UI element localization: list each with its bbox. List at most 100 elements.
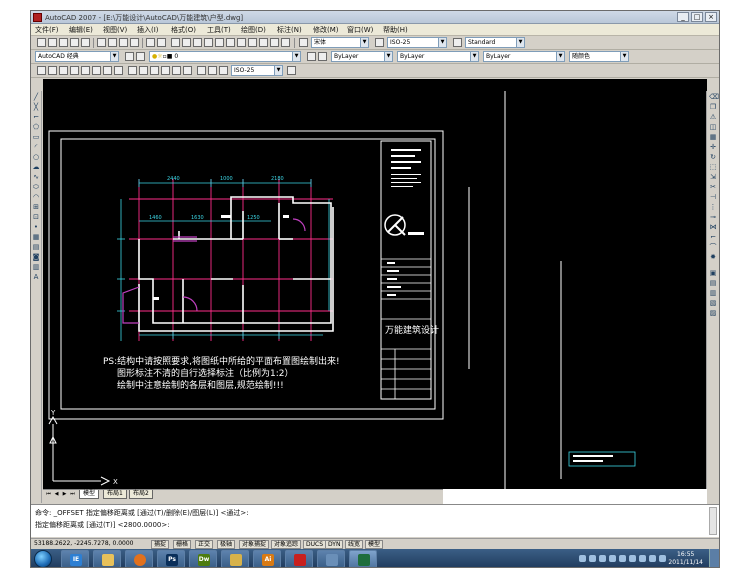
arc-icon[interactable]: ◜: [32, 143, 40, 151]
circle-icon[interactable]: ○: [32, 153, 40, 161]
lineweight-select[interactable]: ByLayer ▼: [483, 51, 565, 62]
taskbar-tool[interactable]: [317, 550, 345, 567]
taskbar-acdsee[interactable]: [221, 550, 249, 567]
break-icon[interactable]: ⊸: [709, 213, 717, 221]
linear-dim-icon[interactable]: [37, 66, 46, 75]
lwt-toggle[interactable]: 线宽: [345, 540, 364, 549]
gradient-icon[interactable]: ▤: [32, 243, 40, 251]
match-properties-icon[interactable]: [130, 38, 139, 47]
aligned-dim-icon[interactable]: [48, 66, 57, 75]
ducs-toggle[interactable]: DUCS: [303, 540, 327, 549]
rectangle-icon[interactable]: ▭: [32, 133, 40, 141]
start-button[interactable]: [34, 550, 52, 567]
clock[interactable]: 16:55 2011/11/14: [668, 551, 703, 567]
chamfer-icon[interactable]: ⌐: [709, 233, 717, 241]
markup-icon[interactable]: [259, 38, 268, 47]
text-style-select[interactable]: 宋体 ▼: [311, 37, 369, 48]
move-icon[interactable]: ✛: [709, 143, 717, 151]
break-at-point-icon[interactable]: ⋮: [709, 203, 717, 211]
offset-icon[interactable]: ◫: [709, 123, 717, 131]
preview-icon[interactable]: [81, 38, 90, 47]
menu-file[interactable]: 文件(F): [35, 25, 59, 35]
grid-toggle[interactable]: 栅格: [173, 540, 192, 549]
menu-view[interactable]: 视图(V): [103, 25, 127, 35]
menu-window[interactable]: 窗口(W): [347, 25, 373, 35]
jogged-dim-icon[interactable]: [92, 66, 101, 75]
osnap-toggle[interactable]: 对象捕捉: [239, 540, 270, 549]
quick-dim-icon[interactable]: [128, 66, 137, 75]
center-mark-icon[interactable]: [183, 66, 192, 75]
tab-layout2[interactable]: 布局2: [129, 490, 153, 499]
taskbar-photoshop[interactable]: Ps: [157, 550, 185, 567]
properties-icon[interactable]: [215, 38, 224, 47]
open-icon[interactable]: [48, 38, 57, 47]
tray-icon[interactable]: [629, 555, 636, 562]
network-icon[interactable]: [659, 555, 666, 562]
insert-block-icon[interactable]: ⊞: [32, 203, 40, 211]
color-select[interactable]: ByLayer ▼: [331, 51, 393, 62]
taskbar-autocad[interactable]: [349, 550, 377, 567]
trim-icon[interactable]: ✂: [709, 183, 717, 191]
command-window[interactable]: 命令: _OFFSET 指定偏移距离或 [通过(T)/删除(E)/图层(L)] …: [31, 504, 719, 537]
mtext-icon[interactable]: A: [32, 273, 40, 281]
close-button[interactable]: ×: [705, 12, 717, 22]
print-icon[interactable]: [70, 38, 79, 47]
ellipse-icon[interactable]: ⬭: [32, 183, 40, 191]
taskbar-acrobat[interactable]: [285, 550, 313, 567]
dyn-toggle[interactable]: DYN: [325, 540, 344, 549]
tab-model[interactable]: 模型: [79, 490, 100, 499]
hatch-icon[interactable]: ▦: [32, 233, 40, 241]
sheet-set-icon[interactable]: [248, 38, 257, 47]
region-icon[interactable]: ◙: [32, 253, 40, 261]
menu-edit[interactable]: 编辑(E): [69, 25, 93, 35]
ortho-toggle[interactable]: 正交: [195, 540, 214, 549]
prev-tab-icon[interactable]: ◀: [53, 491, 60, 498]
zoom-previous-icon[interactable]: [204, 38, 213, 47]
hatch-back-icon[interactable]: ▨: [709, 309, 717, 317]
menu-modify[interactable]: 修改(M): [313, 25, 339, 35]
table-style-select[interactable]: Standard ▼: [465, 37, 525, 48]
dim-style-manager-icon[interactable]: [287, 66, 296, 75]
menu-tools[interactable]: 工具(T): [207, 25, 231, 35]
calculator-icon[interactable]: [270, 38, 279, 47]
paste-icon[interactable]: [119, 38, 128, 47]
layer-select[interactable]: ●☼▫■ 0 ▼: [149, 51, 301, 62]
rotate-icon[interactable]: ↻: [709, 153, 717, 161]
dim-edit-icon[interactable]: [197, 66, 206, 75]
construction-line-icon[interactable]: ╳: [32, 103, 40, 111]
minimize-button[interactable]: _: [677, 12, 689, 22]
bring-front-icon[interactable]: ▤: [709, 279, 717, 287]
command-scrollbar[interactable]: [709, 507, 717, 535]
snap-toggle[interactable]: 捕捉: [151, 540, 170, 549]
last-tab-icon[interactable]: ⏭: [69, 491, 76, 498]
join-icon[interactable]: ⋈: [709, 223, 717, 231]
polyline-icon[interactable]: ⌐: [32, 113, 40, 121]
pan-icon[interactable]: [171, 38, 180, 47]
otrack-toggle[interactable]: 对象追踪: [271, 540, 302, 549]
arc-length-icon[interactable]: [59, 66, 68, 75]
polar-toggle[interactable]: 极轴: [217, 540, 236, 549]
taskbar-illustrator[interactable]: Ai: [253, 550, 281, 567]
make-block-icon[interactable]: ⊡: [32, 213, 40, 221]
tray-icon[interactable]: [639, 555, 646, 562]
copy-object-icon[interactable]: ❐: [709, 103, 717, 111]
stretch-icon[interactable]: ⇲: [709, 173, 717, 181]
taskbar-ie[interactable]: IE: [61, 550, 89, 567]
extend-icon[interactable]: ⊣: [709, 193, 717, 201]
maximize-button[interactable]: □: [691, 12, 703, 22]
help-icon[interactable]: [281, 38, 290, 47]
cut-icon[interactable]: [97, 38, 106, 47]
tray-icon[interactable]: [619, 555, 626, 562]
undo-icon[interactable]: [146, 38, 155, 47]
angular-dim-icon[interactable]: [114, 66, 123, 75]
revcloud-icon[interactable]: ☁: [32, 163, 40, 171]
workspace-select[interactable]: AutoCAD 经典 ▼: [35, 51, 119, 62]
model-toggle[interactable]: 模型: [365, 540, 384, 549]
tray-icon[interactable]: [609, 555, 616, 562]
point-icon[interactable]: •: [32, 223, 40, 231]
new-icon[interactable]: [37, 38, 46, 47]
menu-insert[interactable]: 插入(I): [137, 25, 159, 35]
text-above-icon[interactable]: ▧: [709, 299, 717, 307]
command-prompt-line[interactable]: 指定偏移距离或 [通过(T)] <2800.0000>:: [35, 520, 170, 530]
redo-icon[interactable]: [157, 38, 166, 47]
